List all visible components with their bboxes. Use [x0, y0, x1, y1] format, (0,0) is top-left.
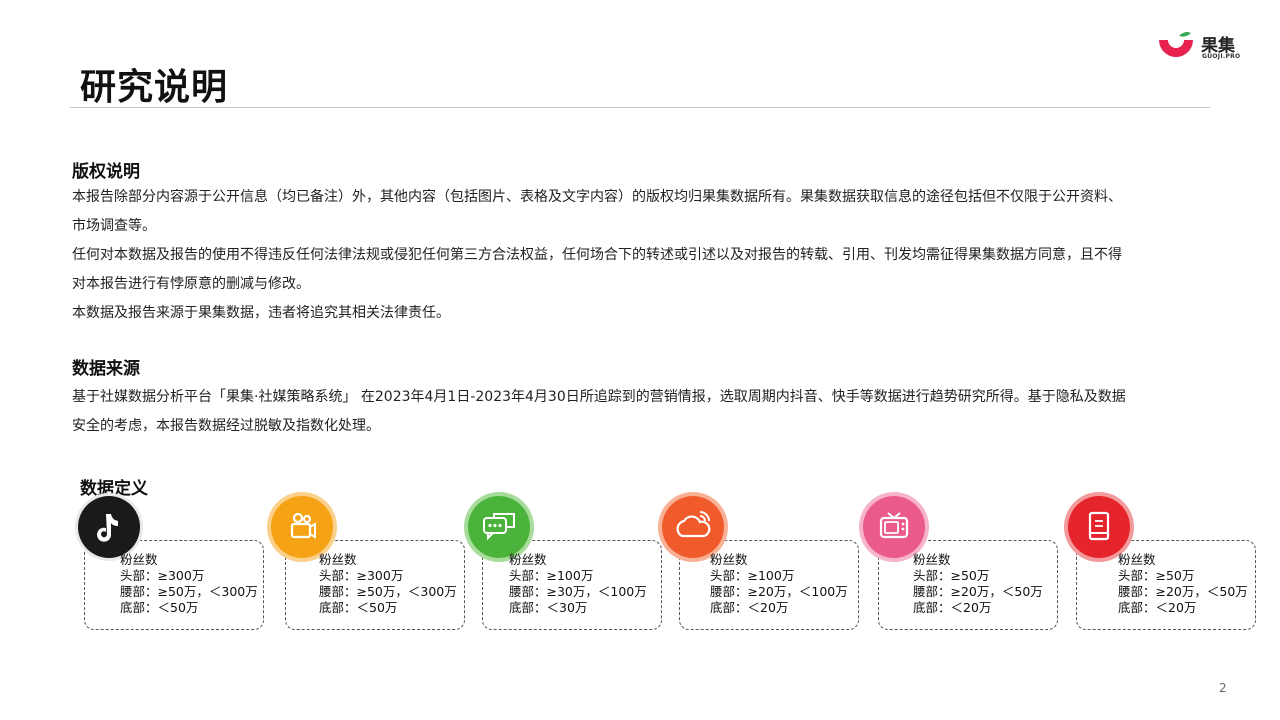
- card-tail-tier: 底部：＜50万: [120, 600, 199, 615]
- card-tail-tier: 底部：＜20万: [913, 600, 992, 615]
- logo-subtitle: GUOJI.PRO: [1202, 53, 1241, 60]
- card-label: 粉丝数: [710, 552, 748, 567]
- xiaohongshu-book-icon: [1068, 496, 1130, 558]
- wechat-chat-bubbles-icon: [468, 496, 530, 558]
- card-waist-tier: 腰部：≥50万，＜300万: [120, 584, 258, 599]
- card-waist-tier: 腰部：≥30万，＜100万: [509, 584, 647, 599]
- card-head-tier: 头部：≥50万: [1118, 568, 1195, 583]
- brand-logo: 果集 GUOJI.PRO: [1157, 30, 1247, 64]
- card-waist-tier: 腰部：≥20万，＜100万: [710, 584, 848, 599]
- card-label: 粉丝数: [913, 552, 951, 567]
- copyright-title: 版权说明: [72, 162, 140, 182]
- title-divider: [70, 107, 1210, 108]
- card-tail-tier: 底部：＜20万: [710, 600, 789, 615]
- card-head-tier: 头部：≥100万: [710, 568, 795, 583]
- copyright-line: 市场调查等。: [72, 218, 156, 234]
- data-source-line: 基于社媒数据分析平台「果集·社媒策略系统」 在2023年4月1日-2023年4月…: [72, 389, 1126, 405]
- card-label: 粉丝数: [509, 552, 547, 567]
- guoji-logo-icon: [1159, 32, 1193, 57]
- weibo-cloud-icon: [662, 496, 724, 558]
- copyright-line: 任何对本数据及报告的使用不得违反任何法律法规或侵犯任何第三方合法权益，任何场合下…: [72, 247, 1122, 263]
- page-number: 2: [1219, 681, 1227, 695]
- card-tail-tier: 底部：＜50万: [319, 600, 398, 615]
- card-text: 粉丝数 头部：≥100万 腰部：≥30万，＜100万 底部：＜30万: [509, 552, 647, 616]
- data-source-paragraph: 基于社媒数据分析平台「果集·社媒策略系统」 在2023年4月1日-2023年4月…: [72, 383, 1252, 441]
- card-tail-tier: 底部：＜30万: [509, 600, 588, 615]
- card-text: 粉丝数 头部：≥100万 腰部：≥20万，＜100万 底部：＜20万: [710, 552, 848, 616]
- copyright-paragraph: 本报告除部分内容源于公开信息（均已备注）外，其他内容（包括图片、表格及文字内容）…: [72, 183, 1252, 328]
- card-head-tier: 头部：≥300万: [319, 568, 404, 583]
- copyright-line: 本数据及报告来源于果集数据，违者将追究其相关法律责任。: [72, 305, 450, 321]
- card-label: 粉丝数: [120, 552, 158, 567]
- card-waist-tier: 腰部：≥20万，＜50万: [913, 584, 1043, 599]
- card-label: 粉丝数: [319, 552, 357, 567]
- card-waist-tier: 腰部：≥50万，＜300万: [319, 584, 457, 599]
- card-waist-tier: 腰部：≥20万，＜50万: [1118, 584, 1248, 599]
- data-source-title: 数据来源: [72, 359, 140, 379]
- card-head-tier: 头部：≥50万: [913, 568, 990, 583]
- card-text: 粉丝数 头部：≥50万 腰部：≥20万，＜50万 底部：＜20万: [913, 552, 1043, 616]
- copyright-line: 对本报告进行有悖原意的删减与修改。: [72, 276, 310, 292]
- copyright-line: 本报告除部分内容源于公开信息（均已备注）外，其他内容（包括图片、表格及文字内容）…: [72, 189, 1122, 205]
- card-label: 粉丝数: [1118, 552, 1156, 567]
- card-head-tier: 头部：≥300万: [120, 568, 205, 583]
- card-text: 粉丝数 头部：≥50万 腰部：≥20万，＜50万 底部：＜20万: [1118, 552, 1248, 616]
- card-text: 粉丝数 头部：≥300万 腰部：≥50万，＜300万 底部：＜50万: [319, 552, 457, 616]
- bilibili-tv-icon: [863, 496, 925, 558]
- card-tail-tier: 底部：＜20万: [1118, 600, 1197, 615]
- douyin-music-note-icon: [78, 496, 140, 558]
- data-source-line: 安全的考虑，本报告数据经过脱敏及指数化处理。: [72, 418, 380, 434]
- page-title: 研究说明: [80, 67, 229, 108]
- kuaishou-video-camera-icon: [271, 496, 333, 558]
- card-head-tier: 头部：≥100万: [509, 568, 594, 583]
- card-text: 粉丝数 头部：≥300万 腰部：≥50万，＜300万 底部：＜50万: [120, 552, 258, 616]
